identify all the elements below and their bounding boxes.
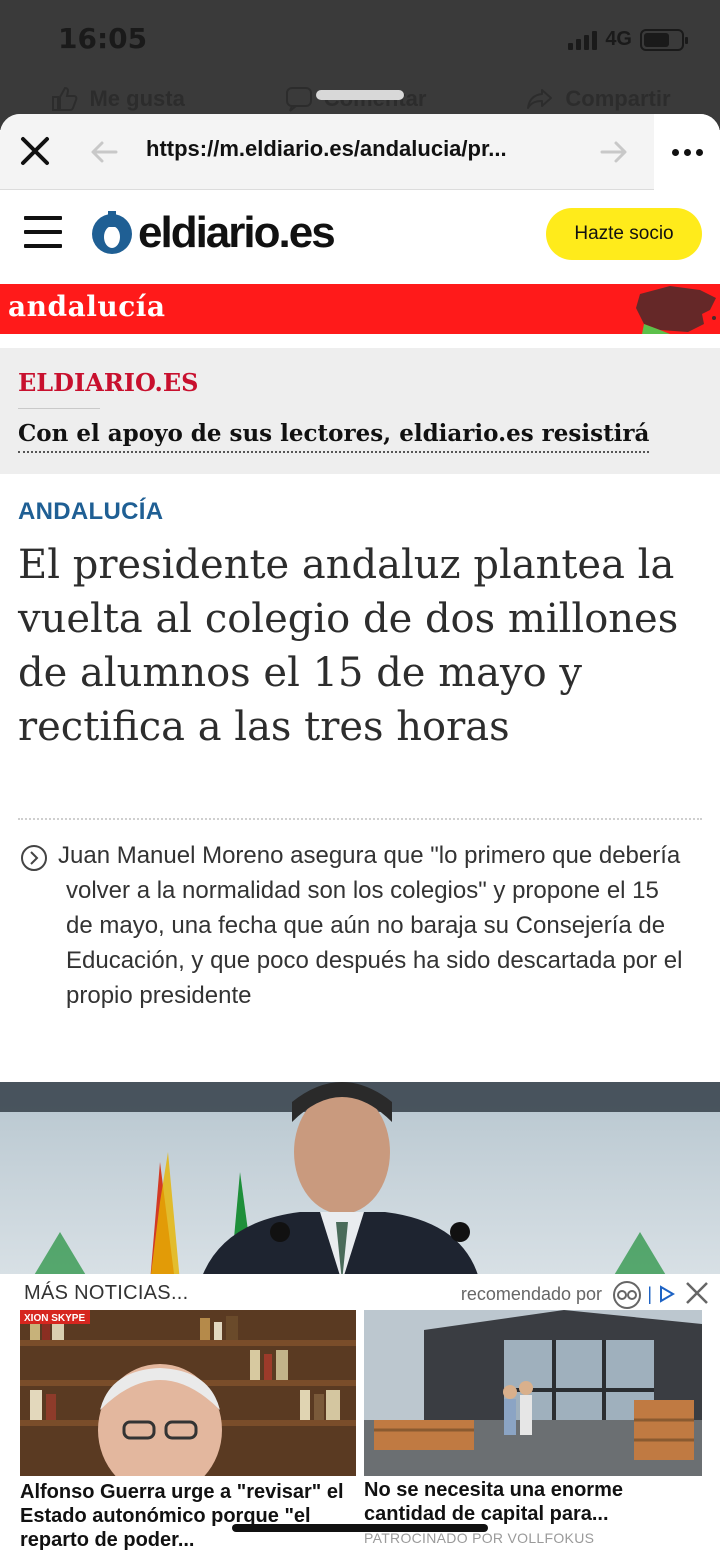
recommendation-card[interactable]: XION SKYPE Alfonso Guerra urge a "revisa… — [20, 1310, 356, 1552]
article-photo[interactable] — [0, 1082, 720, 1282]
chevron-circle-icon — [21, 845, 47, 871]
bookshelf-portrait-illustration: XION SKYPE — [20, 1310, 356, 1476]
more-options-button[interactable] — [654, 114, 720, 190]
promo-text[interactable]: Con el apoyo de sus lectores, eldiario.e… — [18, 420, 650, 453]
back-arrow-icon[interactable] — [88, 136, 120, 168]
card-title[interactable]: No se necesita una enorme cantidad de ca… — [364, 1478, 702, 1526]
outbrain-logo-icon[interactable] — [612, 1280, 642, 1310]
card-title[interactable]: Alfonso Guerra urge a "revisar" el Estad… — [20, 1480, 356, 1552]
article-headline: El presidente andaluz plantea la vuelta … — [18, 542, 679, 750]
logo-text: eldiario.es — [138, 208, 336, 257]
promo-block[interactable]: ELDIARIO.ES Con el apoyo de sus lectores… — [0, 348, 720, 474]
more-dots-icon — [671, 148, 703, 156]
thumbs-up-icon — [52, 86, 78, 111]
hazte-socio-button[interactable]: Hazte socio — [546, 208, 702, 260]
close-icon[interactable] — [18, 134, 52, 168]
adchoices-play-icon[interactable] — [658, 1284, 676, 1304]
spain-map-icon — [636, 286, 716, 334]
background-share-label: Compartir — [565, 86, 671, 111]
comment-icon — [285, 87, 312, 112]
section-banner[interactable]: andalucía — [0, 284, 720, 334]
forward-arrow-icon[interactable] — [598, 136, 630, 168]
logo-mark-icon — [92, 211, 132, 254]
share-icon — [527, 89, 553, 109]
summary-text: Juan Manuel Moreno asegura que "lo prime… — [58, 842, 683, 1009]
signal-icon — [568, 30, 598, 50]
menu-icon[interactable] — [24, 216, 62, 248]
article-category[interactable]: ANDALUCÍA — [18, 498, 163, 526]
site-logo[interactable]: eldiario.es — [88, 208, 336, 258]
recommendations-heading: MÁS NOTICIAS... — [24, 1282, 189, 1304]
recommended-by-label: recomendado por — [460, 1284, 602, 1304]
background-like: Me gusta — [49, 84, 185, 114]
section-label: andalucía — [8, 290, 166, 323]
headline-divider — [18, 818, 702, 820]
site-header: eldiario.es Hazte socio — [0, 190, 720, 278]
photo-illustration — [0, 1082, 720, 1282]
promo-kicker: ELDIARIO.ES — [18, 368, 199, 397]
url-bar[interactable]: https://m.eldiario.es/andalucia/pr... — [146, 136, 586, 162]
recommendation-card[interactable]: No se necesita una enorme cantidad de ca… — [364, 1310, 702, 1546]
card-thumbnail: XION SKYPE — [20, 1310, 356, 1476]
close-icon[interactable] — [684, 1280, 710, 1306]
background-share: Compartir — [525, 84, 671, 114]
network-label: 4G — [605, 28, 632, 50]
browser-sheet: https://m.eldiario.es/andalucia/pr... el… — [0, 114, 720, 1557]
browser-toolbar: https://m.eldiario.es/andalucia/pr... — [0, 114, 720, 190]
card-thumbnail — [364, 1310, 702, 1476]
sheet-grabber[interactable] — [316, 90, 404, 100]
house-illustration — [364, 1310, 702, 1476]
article-summary: Juan Manuel Moreno asegura que "lo prime… — [18, 838, 690, 1013]
separator: | — [647, 1284, 652, 1304]
promo-rule — [18, 408, 100, 409]
background-like-label: Me gusta — [89, 86, 185, 111]
battery-icon — [640, 28, 688, 51]
status-time: 16:05 — [58, 22, 148, 55]
sponsor-label[interactable]: PATROCINADO POR VOLLFOKUS — [364, 1530, 702, 1546]
recommendations-widget: MÁS NOTICIAS... recomendado por | XION S… — [0, 1274, 720, 1557]
thumbnail-badge-text: XION SKYPE — [24, 1313, 85, 1324]
home-indicator — [232, 1524, 488, 1532]
status-indicators: 4G — [568, 28, 688, 51]
status-bar: 16:05 4G Me gusta Comentar Compartir — [0, 0, 720, 130]
